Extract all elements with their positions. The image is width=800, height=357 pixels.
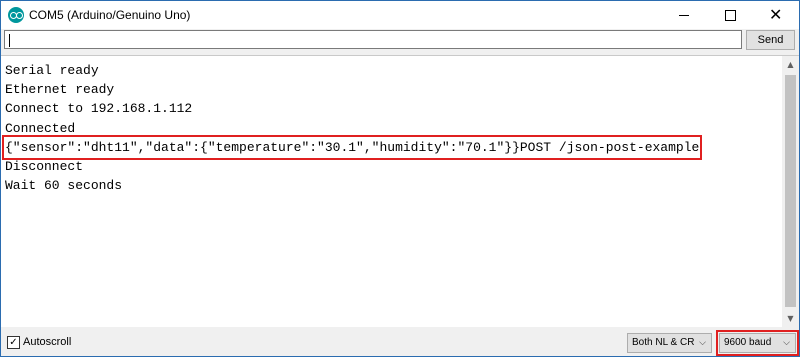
close-button[interactable]: ✕ (753, 1, 799, 29)
line-ending-value: Both NL & CR (632, 337, 695, 348)
output-text: Connected (5, 120, 76, 136)
output-line: Disconnect (5, 157, 780, 176)
close-icon: ✕ (769, 5, 783, 24)
output-text: Connect to 192.168.1.112 (5, 101, 193, 117)
baud-rate-select[interactable]: 9600 baud ⌵ (716, 330, 799, 356)
arduino-logo-icon (8, 7, 24, 23)
autoscroll-label: Autoscroll (23, 336, 72, 348)
chevron-down-icon: ⌵ (783, 338, 790, 348)
output-text: Serial ready (5, 63, 99, 78)
output-lines: Serial ready Ethernet ready Connect to 192… (1, 61, 780, 195)
maximize-button[interactable] (707, 1, 753, 29)
output-line: Connect to 192.168.1.112 (5, 99, 780, 118)
output-line: Ethernet ready (5, 80, 780, 99)
maximize-icon (725, 10, 736, 21)
output-line: Wait 60 seconds (5, 176, 780, 195)
minimize-icon (679, 15, 689, 16)
scroll-thumb[interactable] (785, 75, 796, 307)
output-text: Disconnect (5, 158, 84, 174)
bottom-bar: ✓ Autoscroll Both NL & CR ⌵ 9600 baud ⌵ (1, 327, 799, 356)
vertical-scrollbar[interactable]: ▲ ▼ (782, 56, 799, 327)
line-ending-select[interactable]: Both NL & CR ⌵ (627, 333, 712, 353)
serial-monitor-window: COM5 (Arduino/Genuino Uno) ✕ Send Serial… (0, 0, 800, 357)
output-line: {"sensor":"dht11","data":{"temperature":… (1, 134, 780, 160)
minimize-button[interactable] (661, 1, 707, 29)
autoscroll-checkbox[interactable]: ✓ (7, 336, 20, 349)
highlighted-output-text: {"sensor":"dht11","data":{"temperature":… (1, 134, 703, 160)
send-button[interactable]: Send (746, 30, 795, 50)
scroll-down-arrow-icon[interactable]: ▼ (782, 310, 799, 327)
title-bar[interactable]: COM5 (Arduino/Genuino Uno) ✕ (1, 1, 799, 29)
scroll-up-arrow-icon[interactable]: ▲ (782, 56, 799, 73)
window-title: COM5 (Arduino/Genuino Uno) (29, 8, 191, 22)
output-text: Wait 60 seconds (5, 178, 123, 194)
chevron-down-icon: ⌵ (699, 338, 706, 348)
serial-output-area[interactable]: Serial ready Ethernet ready Connect to 192… (1, 55, 799, 327)
baud-rate-value: 9600 baud (724, 337, 772, 348)
output-text: Ethernet ready (5, 82, 115, 98)
send-input[interactable] (4, 30, 742, 49)
output-line: Connected (5, 119, 780, 138)
output-line: Serial ready (5, 61, 780, 80)
send-bar: Send (1, 29, 799, 54)
